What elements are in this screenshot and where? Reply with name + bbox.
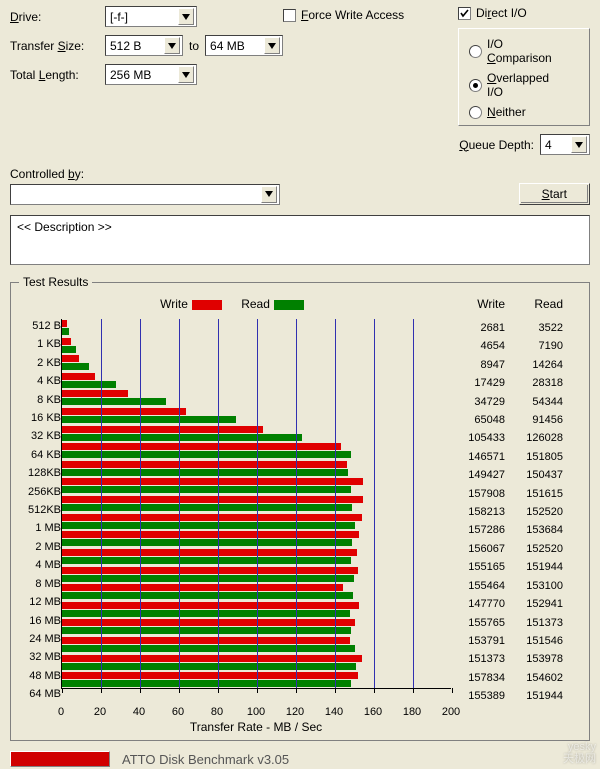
bar-chart xyxy=(61,319,451,689)
write-col-header: Write xyxy=(451,297,509,315)
results-title: Test Results xyxy=(19,275,92,289)
write-swatch-icon xyxy=(192,300,222,310)
x-axis-labels: 020406080100120140160180200 xyxy=(61,706,451,720)
total-length-label: Total Length: xyxy=(10,68,105,82)
size-from-select[interactable]: 512 B xyxy=(105,35,183,56)
io-comparison-radio[interactable]: I/O Comparison xyxy=(469,37,561,65)
description-textbox[interactable]: << Description >> xyxy=(10,215,590,265)
chevron-down-icon xyxy=(264,37,280,54)
radio-icon xyxy=(469,45,482,58)
drive-label: Drive: xyxy=(10,10,105,24)
chart-legend: Write Read xyxy=(19,297,451,311)
checkbox-icon xyxy=(283,9,296,22)
chevron-down-icon xyxy=(178,8,194,25)
chevron-down-icon xyxy=(178,66,194,83)
direct-io-checkbox[interactable]: Direct I/O xyxy=(458,6,527,20)
test-results-group: Test Results Write Read Write Read 512 B… xyxy=(10,275,590,741)
transfer-size-label: Transfer Size: xyxy=(10,39,105,53)
x-axis-title: Transfer Rate - MB / Sec xyxy=(61,720,451,734)
start-button[interactable]: Start xyxy=(519,183,590,205)
chevron-down-icon xyxy=(571,136,587,153)
radio-checked-icon xyxy=(469,79,482,92)
chevron-down-icon xyxy=(261,186,277,203)
to-label: to xyxy=(189,39,199,53)
controlled-by-select[interactable] xyxy=(10,184,280,205)
chevron-down-icon xyxy=(164,37,180,54)
read-values-column: 3522719014264283185434491456126028151805… xyxy=(509,319,567,706)
queue-depth-select[interactable]: 4 xyxy=(540,134,590,155)
checkbox-checked-icon xyxy=(458,7,471,20)
y-axis-labels: 512 B1 KB2 KB4 KB8 KB16 KB32 KB64 KB128K… xyxy=(19,317,61,706)
read-col-header: Read xyxy=(509,297,567,315)
neither-radio[interactable]: Neither xyxy=(469,105,561,119)
size-to-select[interactable]: 64 MB xyxy=(205,35,283,56)
overlapped-io-radio[interactable]: Overlapped I/O xyxy=(469,71,561,99)
total-length-select[interactable]: 256 MB xyxy=(105,64,197,85)
queue-depth-label: Queue Depth: xyxy=(459,138,534,152)
watermark: yesky天极网 xyxy=(563,741,596,765)
read-swatch-icon xyxy=(274,300,304,310)
footer-red-block-icon xyxy=(10,751,110,767)
force-write-checkbox[interactable]: Force Write Access xyxy=(283,8,404,22)
footer-text: ATTO Disk Benchmark v3.05 xyxy=(122,752,289,767)
drive-select[interactable]: [-f-] xyxy=(105,6,197,27)
controlled-by-label: Controlled by: xyxy=(10,167,590,181)
radio-icon xyxy=(469,106,482,119)
write-values-column: 2681465489471742934729650481054331465711… xyxy=(451,319,509,706)
